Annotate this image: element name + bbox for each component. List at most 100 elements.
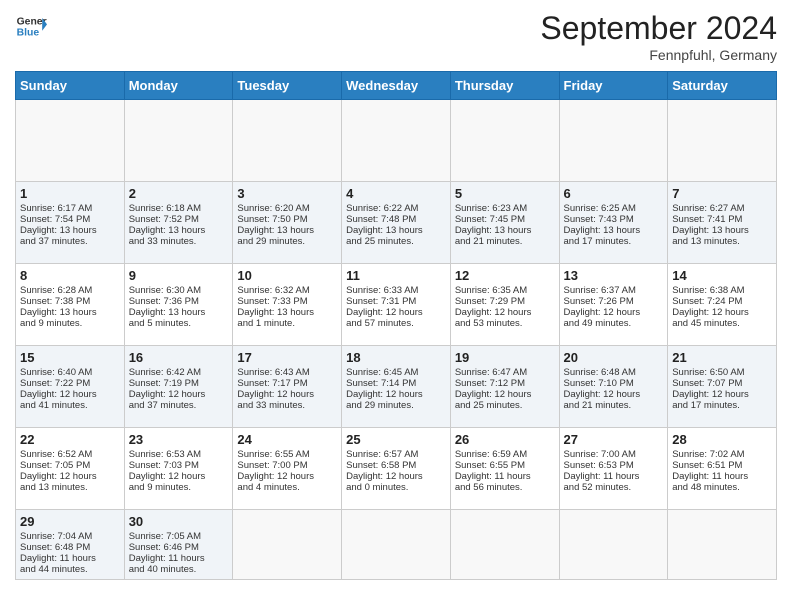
- calendar-week-4: 22Sunrise: 6:52 AMSunset: 7:05 PMDayligh…: [16, 428, 777, 510]
- day-info: Sunrise: 6:43 AM: [237, 367, 337, 378]
- calendar-cell: 17Sunrise: 6:43 AMSunset: 7:17 PMDayligh…: [233, 346, 342, 428]
- calendar-cell: [559, 510, 668, 580]
- day-info: Sunset: 6:46 PM: [129, 542, 229, 553]
- day-number: 11: [346, 268, 446, 283]
- day-info: Sunrise: 7:02 AM: [672, 449, 772, 460]
- day-info: Daylight: 12 hours: [672, 307, 772, 318]
- day-info: Sunrise: 7:04 AM: [20, 531, 120, 542]
- calendar-cell: 10Sunrise: 6:32 AMSunset: 7:33 PMDayligh…: [233, 264, 342, 346]
- weekday-header-monday: Monday: [124, 72, 233, 100]
- day-number: 18: [346, 350, 446, 365]
- day-info: Sunset: 7:45 PM: [455, 214, 555, 225]
- day-info: Daylight: 11 hours: [129, 553, 229, 564]
- calendar-cell: 29Sunrise: 7:04 AMSunset: 6:48 PMDayligh…: [16, 510, 125, 580]
- day-info: Daylight: 13 hours: [237, 225, 337, 236]
- day-number: 1: [20, 186, 120, 201]
- day-info: and 5 minutes.: [129, 318, 229, 329]
- calendar-cell: 16Sunrise: 6:42 AMSunset: 7:19 PMDayligh…: [124, 346, 233, 428]
- day-info: Sunset: 7:54 PM: [20, 214, 120, 225]
- day-info: Daylight: 12 hours: [564, 307, 664, 318]
- day-info: Sunset: 7:31 PM: [346, 296, 446, 307]
- day-info: Sunrise: 7:00 AM: [564, 449, 664, 460]
- calendar-cell: [668, 510, 777, 580]
- calendar-cell: 25Sunrise: 6:57 AMSunset: 6:58 PMDayligh…: [342, 428, 451, 510]
- day-info: and 25 minutes.: [455, 400, 555, 411]
- calendar-cell: [450, 100, 559, 182]
- day-number: 12: [455, 268, 555, 283]
- day-info: Sunset: 7:10 PM: [564, 378, 664, 389]
- calendar-cell: 7Sunrise: 6:27 AMSunset: 7:41 PMDaylight…: [668, 182, 777, 264]
- day-info: Daylight: 11 hours: [672, 471, 772, 482]
- day-info: Sunset: 7:41 PM: [672, 214, 772, 225]
- day-info: and 48 minutes.: [672, 482, 772, 493]
- calendar-cell: 1Sunrise: 6:17 AMSunset: 7:54 PMDaylight…: [16, 182, 125, 264]
- day-info: Daylight: 12 hours: [672, 389, 772, 400]
- day-info: and 33 minutes.: [129, 236, 229, 247]
- day-number: 17: [237, 350, 337, 365]
- weekday-header-saturday: Saturday: [668, 72, 777, 100]
- day-number: 13: [564, 268, 664, 283]
- day-info: Sunset: 6:53 PM: [564, 460, 664, 471]
- day-info: Daylight: 13 hours: [20, 225, 120, 236]
- day-info: and 13 minutes.: [20, 482, 120, 493]
- calendar-cell: 3Sunrise: 6:20 AMSunset: 7:50 PMDaylight…: [233, 182, 342, 264]
- day-info: Daylight: 11 hours: [20, 553, 120, 564]
- title-block: September 2024 Fennpfuhl, Germany: [540, 10, 777, 63]
- day-info: Sunrise: 6:27 AM: [672, 203, 772, 214]
- day-info: and 29 minutes.: [346, 400, 446, 411]
- day-info: Daylight: 12 hours: [346, 307, 446, 318]
- day-info: Sunrise: 6:33 AM: [346, 285, 446, 296]
- calendar-table: SundayMondayTuesdayWednesdayThursdayFrid…: [15, 71, 777, 580]
- calendar-cell: 9Sunrise: 6:30 AMSunset: 7:36 PMDaylight…: [124, 264, 233, 346]
- day-info: Daylight: 12 hours: [20, 389, 120, 400]
- day-info: Daylight: 11 hours: [564, 471, 664, 482]
- day-info: and 21 minutes.: [455, 236, 555, 247]
- day-info: Sunset: 7:48 PM: [346, 214, 446, 225]
- day-number: 25: [346, 432, 446, 447]
- day-number: 22: [20, 432, 120, 447]
- day-info: and 25 minutes.: [346, 236, 446, 247]
- calendar-cell: [342, 100, 451, 182]
- calendar-cell: 6Sunrise: 6:25 AMSunset: 7:43 PMDaylight…: [559, 182, 668, 264]
- calendar-cell: 22Sunrise: 6:52 AMSunset: 7:05 PMDayligh…: [16, 428, 125, 510]
- day-info: and 53 minutes.: [455, 318, 555, 329]
- day-info: Sunrise: 6:57 AM: [346, 449, 446, 460]
- day-info: and 41 minutes.: [20, 400, 120, 411]
- calendar-cell: 21Sunrise: 6:50 AMSunset: 7:07 PMDayligh…: [668, 346, 777, 428]
- weekday-header-thursday: Thursday: [450, 72, 559, 100]
- calendar-cell: 20 Sunrise: 6:48 AMSunset: 7:10 PMDayligh…: [559, 346, 668, 428]
- day-info: and 52 minutes.: [564, 482, 664, 493]
- day-number: 30: [129, 514, 229, 529]
- calendar-cell: 24Sunrise: 6:55 AMSunset: 7:00 PMDayligh…: [233, 428, 342, 510]
- day-info: Sunrise: 6:48 AM: [564, 367, 664, 378]
- day-number: 21: [672, 350, 772, 365]
- day-info: Sunset: 7:50 PM: [237, 214, 337, 225]
- calendar-week-0: [16, 100, 777, 182]
- day-number: 16: [129, 350, 229, 365]
- day-number: 3: [237, 186, 337, 201]
- calendar-cell: [233, 100, 342, 182]
- day-info: Daylight: 12 hours: [346, 471, 446, 482]
- calendar-cell: [342, 510, 451, 580]
- day-info: Sunset: 6:55 PM: [455, 460, 555, 471]
- day-info: Daylight: 12 hours: [564, 389, 664, 400]
- day-number: 10: [237, 268, 337, 283]
- day-info: Sunset: 7:05 PM: [20, 460, 120, 471]
- day-info: Sunrise: 6:47 AM: [455, 367, 555, 378]
- day-number: 20: [564, 350, 664, 365]
- calendar-cell: 27Sunrise: 7:00 AMSunset: 6:53 PMDayligh…: [559, 428, 668, 510]
- day-info: Sunrise: 6:45 AM: [346, 367, 446, 378]
- day-info: Sunset: 7:24 PM: [672, 296, 772, 307]
- month-title: September 2024: [540, 10, 777, 47]
- calendar-cell: 11 Sunrise: 6:33 AMSunset: 7:31 PMDayligh…: [342, 264, 451, 346]
- day-info: Daylight: 12 hours: [129, 471, 229, 482]
- day-info: and 13 minutes.: [672, 236, 772, 247]
- weekday-header-sunday: Sunday: [16, 72, 125, 100]
- day-info: Sunrise: 6:37 AM: [564, 285, 664, 296]
- day-info: Sunset: 7:38 PM: [20, 296, 120, 307]
- day-number: 14: [672, 268, 772, 283]
- day-info: Sunrise: 6:59 AM: [455, 449, 555, 460]
- day-number: 7: [672, 186, 772, 201]
- calendar-cell: 12Sunrise: 6:35 AMSunset: 7:29 PMDayligh…: [450, 264, 559, 346]
- day-info: Sunset: 7:33 PM: [237, 296, 337, 307]
